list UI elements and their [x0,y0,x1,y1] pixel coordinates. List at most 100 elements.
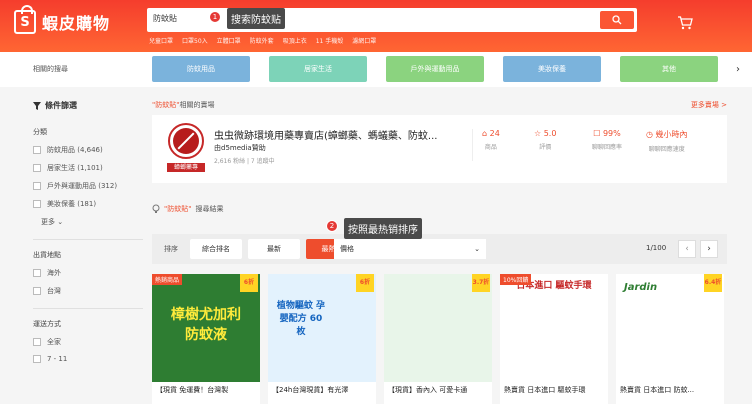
search-box[interactable]: 防蚊貼 [147,8,637,32]
related-category-button[interactable]: 防蚊用品 [152,56,250,82]
filter-option-label: 全家 [47,338,61,346]
product-title[interactable]: 熱賣貨 日本進口 防蚊... [616,382,724,398]
clock-icon: ◷ [646,130,653,139]
step-1-badge: 1 [209,11,221,23]
filter-option[interactable]: 台灣 [33,286,143,296]
sort-relevance-button[interactable]: 綜合排名 [190,239,242,259]
step-1-tooltip: 搜索防蚊贴 [227,8,285,29]
hotword-link[interactable]: 吸頂上衣 [283,36,307,45]
filter-option[interactable]: 海外 [33,268,143,278]
checkbox[interactable] [33,146,41,154]
shop-name[interactable]: 虫虫微跡環境用藥專賣店(蟑螂藥、螞蟻藥、防蚊... [214,127,454,142]
checkbox[interactable] [33,182,41,190]
promo-badge: 熱銷商品 [152,274,183,285]
more-categories-button[interactable]: 更多 ⌄ [41,217,143,227]
shop-products-stat: ⌂ 24 商品 [482,129,500,151]
product-grid: 樟樹尤加利 防蚊液 熱銷商品 6折【現貨 免運費！台灣製 植物驅蚊 孕嬰配方 60枚 6… [152,274,727,404]
search-input[interactable]: 防蚊貼 [153,13,177,24]
filter-option[interactable]: 戶外與運動用品 (312) [33,181,143,191]
promo-badge: 10%回饋 [500,274,532,285]
product-image[interactable]: 3.7折 [384,274,492,382]
product-title[interactable]: 【現貨 免運費！台灣製 [152,382,260,398]
related-search-bar: 相關的搜尋 防蚊用品 居家生活 戶外與運動用品 美妝保養 其他 › [0,52,752,87]
filter-option[interactable]: 全家 [33,337,143,347]
filter-option-label: 海外 [47,269,61,277]
product-image[interactable]: 樟樹尤加利 防蚊液 熱銷商品 6折 [152,274,260,382]
logo-text: 蝦皮購物 [42,14,111,33]
shop-card[interactable]: 蟑螂藥專 虫虫微跡環境用藥專賣店(蟑螂藥、螞蟻藥、防蚊... 由d5media贊… [152,115,727,183]
filter-option-label: 美妝保養 (181) [47,200,97,208]
hotword-link[interactable]: 立體口罩 [217,36,241,45]
hotword-link[interactable]: 口罩50入 [182,36,208,45]
product-image[interactable]: 植物驅蚊 孕嬰配方 60枚 6折 [268,274,376,382]
hotword-link[interactable]: 兒童口罩 [149,36,173,45]
product-title[interactable]: 【現貨】香內入 可愛卡通 [384,382,492,398]
product-card[interactable]: 日本進口 驅蚊手環 10%回饋 熱賣貨 日本進口 驅蚊手環 [500,274,608,404]
checkbox[interactable] [33,287,41,295]
product-image-text: 樟樹尤加利 防蚊液 [171,307,241,343]
discount-badge: 3.7折 [472,274,490,292]
shop-section-header: "防蚊貼"相關的賣場 更多賣場 > [152,100,727,110]
shop-followers: 2,616 粉絲 | 7 追蹤中 [214,158,275,165]
product-title[interactable]: 熱賣貨 日本進口 驅蚊手環 [500,382,608,398]
prev-page-button[interactable]: ‹ [678,240,696,258]
sort-price-select[interactable]: 價格 ⌄ [334,239,486,259]
product-image[interactable]: Jardin 6.4折 [616,274,724,382]
hotword-link[interactable]: 11 手機殼 [316,36,344,45]
related-category-button[interactable]: 其他 [620,56,718,82]
product-image[interactable]: 日本進口 驅蚊手環 10%回饋 [500,274,608,382]
location-filter-title: 出貨地點 [33,251,61,259]
cart-icon[interactable] [677,15,693,31]
main-content: "防蚊貼"相關的賣場 更多賣場 > 蟑螂藥專 虫虫微跡環境用藥專賣店(蟑螂藥、螞… [152,100,727,404]
star-icon: ☆ [534,129,542,138]
filter-option[interactable]: 7 - 11 [33,355,143,363]
more-shops-link[interactable]: 更多賣場 > [691,100,727,110]
chevron-right-icon[interactable]: › [736,64,740,75]
filter-sidebar: 條件篩選 分類 防蚊用品 (4,646) 居家生活 (1,101) 戶外與運動用品 … [33,100,143,363]
filter-icon [33,101,41,110]
discount-badge: 6折 [356,274,374,292]
next-page-button[interactable]: › [700,240,718,258]
checkbox[interactable] [33,338,41,346]
shop-avatar[interactable] [168,123,204,159]
filter-option-label: 防蚊用品 (4,646) [47,146,103,154]
lightbulb-icon [152,204,160,213]
discount-badge: 6折 [240,274,258,292]
product-card[interactable]: Jardin 6.4折 熱賣貨 日本進口 防蚊... [616,274,724,404]
filter-option[interactable]: 防蚊用品 (4,646) [33,145,143,155]
shop-response-rate-stat: ☐ 99% 聊聊回應率 [592,129,623,151]
chat-icon: ☐ [593,129,601,138]
related-category-button[interactable]: 美妝保養 [503,56,601,82]
shipping-filter-title: 運送方式 [33,320,61,328]
filter-option-label: 7 - 11 [47,355,68,363]
product-image-text: 植物驅蚊 孕嬰配方 60枚 [276,301,326,337]
hotword-link[interactable]: 濾網口罩 [352,36,376,45]
shopee-bag-icon: S [14,5,36,34]
product-card[interactable]: 3.7折【現貨】香內入 可愛卡通 [384,274,492,404]
shopee-logo[interactable]: S 蝦皮購物 [14,5,111,34]
checkbox[interactable] [33,200,41,208]
checkbox[interactable] [33,355,41,363]
sort-latest-button[interactable]: 最新 [248,239,300,259]
search-button[interactable] [600,11,634,29]
checkbox[interactable] [33,164,41,172]
product-card[interactable]: 樟樹尤加利 防蚊液 熱銷商品 6折【現貨 免運費！台灣製 [152,274,260,404]
checkbox[interactable] [33,269,41,277]
filter-option[interactable]: 美妝保養 (181) [33,199,143,209]
sort-label: 排序 [164,245,178,253]
product-card[interactable]: 植物驅蚊 孕嬰配方 60枚 6折【24h台灣現貨】有光澤 [268,274,376,404]
related-category-button[interactable]: 戶外與運動用品 [386,56,484,82]
header: S 蝦皮購物 防蚊貼 兒童口罩 口罩50入 立體口罩 防蚊外套 吸頂上衣 11 手機殼 濾網… [0,0,752,52]
hotword-link[interactable]: 防蚊外套 [250,36,274,45]
related-category-button[interactable]: 居家生活 [269,56,367,82]
step-2-badge: 2 [326,220,338,232]
related-search-label: 相關的搜尋 [33,65,68,73]
shop-sponsor: 由d5media贊助 [214,144,266,152]
chevron-down-icon: ⌄ [474,245,480,253]
filter-title: 條件篩選 [33,100,143,111]
page-indicator: 1/100 [646,244,667,252]
product-title[interactable]: 【24h台灣現貨】有光澤 [268,382,376,398]
filter-option-label: 居家生活 (1,101) [47,164,103,172]
filter-option[interactable]: 居家生活 (1,101) [33,163,143,173]
product-image-text: Jardin [624,282,658,293]
